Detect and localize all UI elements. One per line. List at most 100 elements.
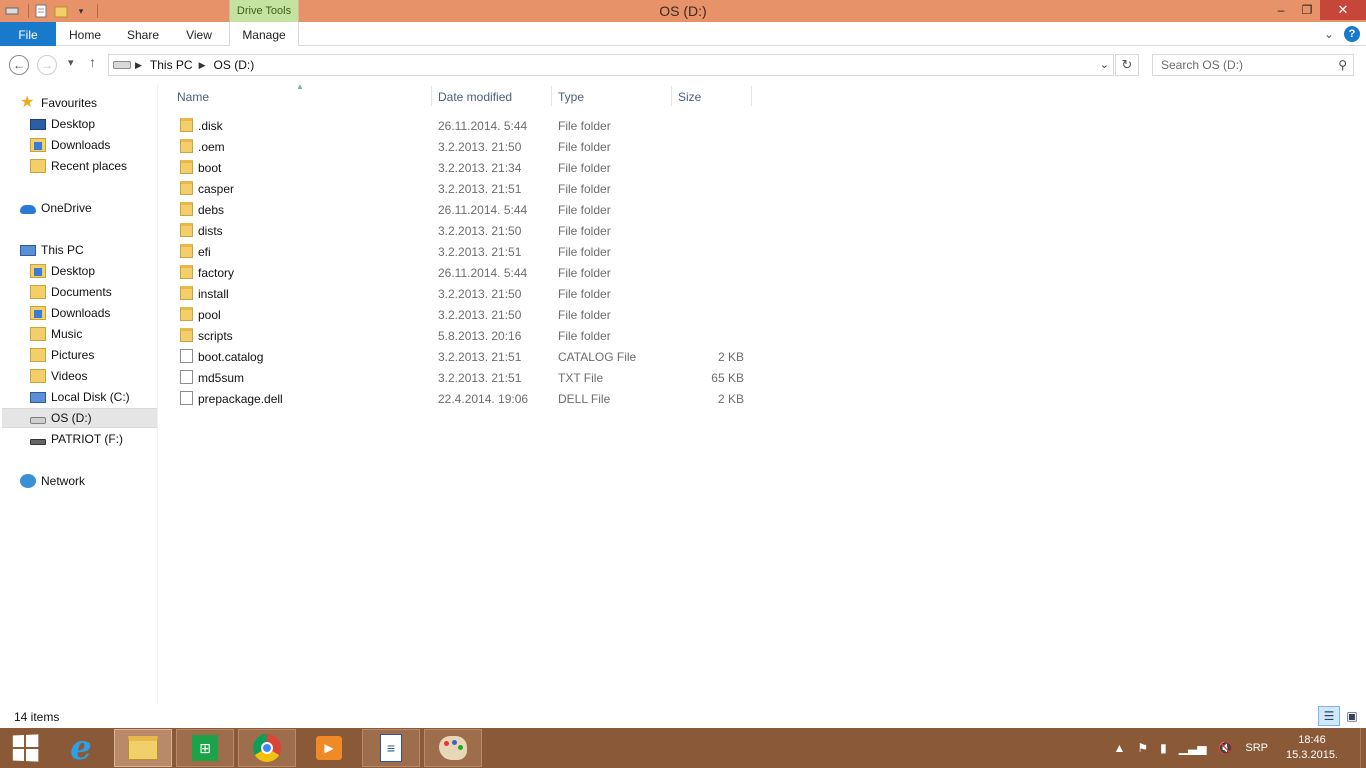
start-button[interactable] xyxy=(0,729,50,767)
qat-divider xyxy=(28,4,29,18)
title-bar: ▾ Drive Tools OS (D:) ‒ ❐ ✕ xyxy=(0,0,1366,22)
search-input[interactable] xyxy=(1153,58,1323,72)
file-row[interactable]: scripts 5.8.2013. 20:16 File folder xyxy=(170,325,754,346)
status-bar: 14 items ☰ ▣ xyxy=(0,706,1366,728)
new-folder-icon[interactable] xyxy=(53,3,69,19)
column-header-type[interactable]: Type xyxy=(558,86,668,108)
forward-button[interactable]: → xyxy=(37,55,57,75)
window-menu-icon[interactable] xyxy=(4,3,20,19)
file-row[interactable]: debs 26.11.2014. 5:44 File folder xyxy=(170,199,754,220)
details-view-button[interactable]: ☰ xyxy=(1318,706,1340,726)
battery-icon[interactable]: ▮ xyxy=(1160,741,1167,755)
refresh-button[interactable]: ↻ xyxy=(1115,54,1139,76)
close-button[interactable]: ✕ xyxy=(1320,0,1366,20)
taskbar-paint[interactable] xyxy=(424,729,482,767)
file-row[interactable]: factory 26.11.2014. 5:44 File folder xyxy=(170,262,754,283)
nav-fav-downloads[interactable]: Downloads xyxy=(30,135,110,155)
taskbar-store[interactable]: ⊞ xyxy=(176,729,234,767)
file-name: factory xyxy=(198,266,235,280)
taskbar-media-player[interactable]: ▶ xyxy=(300,729,358,767)
tab-home[interactable]: Home xyxy=(60,22,110,46)
file-name: pool xyxy=(198,308,221,322)
properties-icon[interactable] xyxy=(33,3,49,19)
help-icon[interactable]: ? xyxy=(1344,26,1360,42)
file-row[interactable]: casper 3.2.2013. 21:51 File folder xyxy=(170,178,754,199)
volume-muted-icon[interactable]: 🔇 xyxy=(1218,741,1233,755)
breadcrumb-separator-icon[interactable]: ▶ xyxy=(199,60,206,71)
taskbar-internet-explorer[interactable]: e xyxy=(52,728,110,768)
file-row[interactable]: prepackage.dell 22.4.2014. 19:06 DELL File… xyxy=(170,388,754,409)
file-row[interactable]: boot 3.2.2013. 21:34 File folder xyxy=(170,157,754,178)
paint-icon xyxy=(439,736,467,760)
folder-icon xyxy=(180,307,193,321)
nav-pc-music[interactable]: Music xyxy=(30,324,82,344)
show-hidden-icons-icon[interactable]: ▲ xyxy=(1113,741,1125,755)
breadcrumb-separator-icon[interactable]: ▶ xyxy=(135,60,142,71)
file-row[interactable]: md5sum 3.2.2013. 21:51 TXT File 65 KB xyxy=(170,367,754,388)
nav-fav-desktop[interactable]: Desktop xyxy=(30,114,95,134)
column-divider[interactable] xyxy=(431,86,432,106)
column-header-date[interactable]: Date modified xyxy=(438,86,548,108)
tab-view[interactable]: View xyxy=(174,22,224,46)
back-button[interactable]: ← xyxy=(9,55,29,75)
tab-share[interactable]: Share xyxy=(118,22,168,46)
file-row[interactable]: .disk 26.11.2014. 5:44 File folder xyxy=(170,115,754,136)
search-icon[interactable]: ⚲ xyxy=(1338,58,1347,72)
column-divider[interactable] xyxy=(751,86,752,106)
address-bar[interactable]: ▶ This PC ▶ OS (D:) ⌄ xyxy=(108,54,1114,76)
tab-manage[interactable]: Manage xyxy=(231,22,297,46)
nav-favourites[interactable]: ★ Favourites xyxy=(20,93,97,113)
nav-network[interactable]: Network xyxy=(20,471,85,491)
file-name: dists xyxy=(198,224,223,238)
nav-onedrive[interactable]: OneDrive xyxy=(20,198,92,218)
nav-pc-videos[interactable]: Videos xyxy=(30,366,87,386)
show-desktop-button[interactable] xyxy=(1360,728,1366,768)
taskbar: e ⊞ ▶ ≡ ▲ ⚑ ▮ ▁▃▅ 🔇 SRP 18:46 15.3.2015. xyxy=(0,728,1366,768)
nav-pc-downloads[interactable]: Downloads xyxy=(30,303,110,323)
nav-this-pc[interactable]: This PC xyxy=(20,240,84,260)
nav-fav-recent-places[interactable]: Recent places xyxy=(30,156,127,176)
file-name: install xyxy=(198,287,229,301)
tab-file[interactable]: File xyxy=(0,22,56,46)
signal-icon[interactable]: ▁▃▅ xyxy=(1179,741,1207,755)
address-dropdown-icon[interactable]: ⌄ xyxy=(1100,58,1109,71)
file-row[interactable]: dists 3.2.2013. 21:50 File folder xyxy=(170,220,754,241)
restore-button[interactable]: ❐ xyxy=(1294,0,1320,20)
column-header-size[interactable]: Size xyxy=(678,86,748,108)
nav-pc-os-d[interactable]: OS (D:) xyxy=(2,408,157,428)
nav-pc-local-disk-c[interactable]: Local Disk (C:) xyxy=(30,387,130,407)
file-row[interactable]: install 3.2.2013. 21:50 File folder xyxy=(170,283,754,304)
language-indicator[interactable]: SRP xyxy=(1245,742,1268,754)
taskbar-file-explorer[interactable] xyxy=(114,729,172,767)
file-type: File folder xyxy=(558,119,611,133)
large-icons-view-button[interactable]: ▣ xyxy=(1341,706,1363,726)
minimize-button[interactable]: ‒ xyxy=(1268,0,1294,20)
file-row[interactable]: pool 3.2.2013. 21:50 File folder xyxy=(170,304,754,325)
action-center-flag-icon[interactable]: ⚑ xyxy=(1137,741,1148,755)
taskbar-writer[interactable]: ≡ xyxy=(362,729,420,767)
file-row[interactable]: boot.catalog 3.2.2013. 21:51 CATALOG File 2… xyxy=(170,346,754,367)
breadcrumb-os-d[interactable]: OS (D:) xyxy=(214,58,255,72)
nav-pc-pictures[interactable]: Pictures xyxy=(30,345,94,365)
taskbar-chrome[interactable] xyxy=(238,729,296,767)
nav-pc-desktop[interactable]: Desktop xyxy=(30,261,95,281)
recent-locations-icon[interactable]: ▾ xyxy=(68,56,74,69)
customize-qat-icon[interactable]: ▾ xyxy=(73,3,89,19)
column-header-name[interactable]: Name xyxy=(177,86,429,108)
expand-ribbon-icon[interactable]: ⌄ xyxy=(1324,27,1334,41)
nav-pc-documents[interactable]: Documents xyxy=(30,282,112,302)
file-row[interactable]: efi 3.2.2013. 21:51 File folder xyxy=(170,241,754,262)
up-button[interactable]: ↑ xyxy=(89,54,96,70)
nav-label: This PC xyxy=(41,243,84,257)
pictures-icon xyxy=(30,348,46,362)
nav-pc-patriot-f[interactable]: PATRIOT (F:) xyxy=(30,429,123,449)
nav-label: Videos xyxy=(51,369,88,383)
file-row[interactable]: .oem 3.2.2013. 21:50 File folder xyxy=(170,136,754,157)
drive-icon xyxy=(30,416,46,424)
breadcrumb-this-pc[interactable]: This PC xyxy=(150,58,193,72)
search-box[interactable]: ⚲ xyxy=(1152,54,1354,76)
column-divider[interactable] xyxy=(671,86,672,106)
column-divider[interactable] xyxy=(551,86,552,106)
nav-label: Documents xyxy=(51,285,112,299)
clock[interactable]: 18:46 15.3.2015. xyxy=(1286,733,1338,763)
